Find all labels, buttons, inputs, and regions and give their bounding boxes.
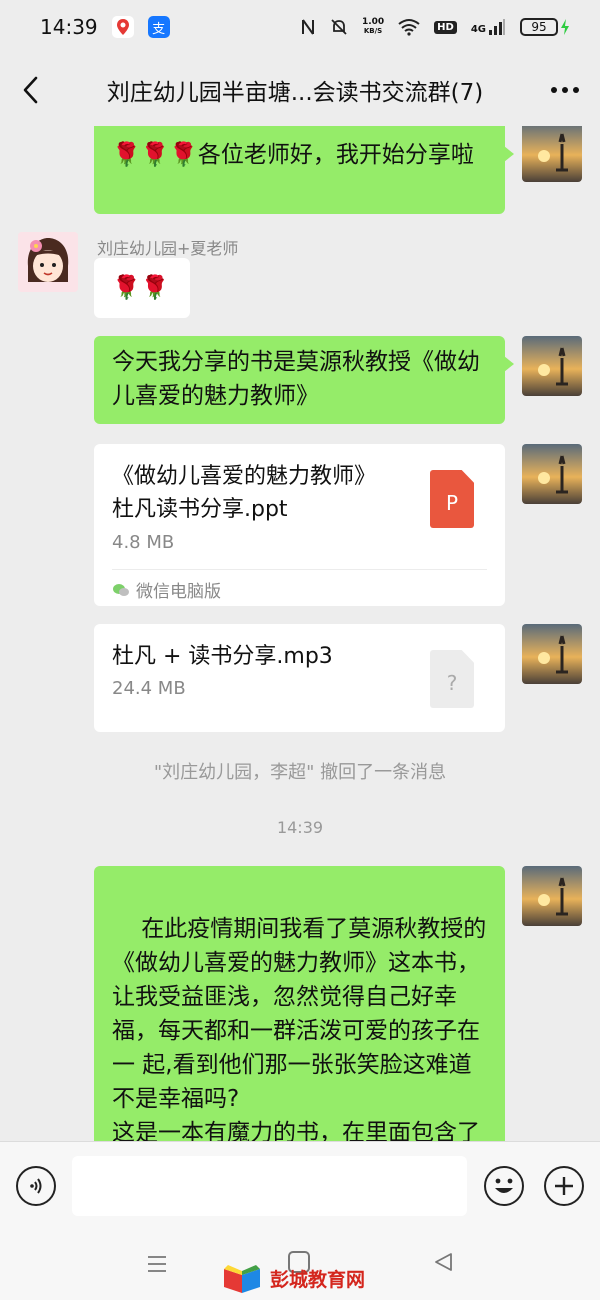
file-size: 24.4 MB bbox=[112, 678, 186, 699]
alipay-icon: 支 bbox=[147, 16, 170, 38]
timestamp: 14:39 bbox=[276, 818, 324, 837]
file-source: 微信电脑版 bbox=[112, 577, 221, 602]
smiley-icon bbox=[495, 1178, 513, 1193]
file-source-label: 微信电脑版 bbox=[136, 582, 221, 602]
more-options-button[interactable] bbox=[530, 54, 600, 126]
cell-signal: 4G bbox=[471, 19, 506, 35]
sender-name: 刘庄幼儿园+夏老师 bbox=[97, 239, 239, 258]
charging-icon bbox=[561, 19, 569, 35]
plus-icon bbox=[555, 1177, 573, 1195]
battery-level: 95 bbox=[531, 20, 547, 34]
self-avatar[interactable] bbox=[522, 866, 582, 926]
battery-indicator: 95 bbox=[520, 18, 558, 36]
input-bar bbox=[0, 1141, 600, 1231]
file-name-line: 《做幼儿喜爱的魅力教师》 bbox=[112, 464, 377, 489]
unknown-icon-letter: ? bbox=[446, 671, 458, 695]
file-size: 4.8 MB bbox=[112, 532, 175, 553]
file-message-mp3[interactable]: 杜凡 + 读书分享.mp3 24.4 MB ? bbox=[94, 624, 505, 732]
mute-bell-icon bbox=[331, 19, 347, 35]
recall-notice: "刘庄幼儿园，李超" 撤回了一条消息 bbox=[153, 762, 447, 783]
ppt-icon-letter: P bbox=[445, 491, 459, 515]
message-text: 今天我分享的书是莫源秋教授《做幼儿喜爱的魅力教师》 bbox=[112, 349, 480, 409]
message-text: 🌹🌹🌹各位老师好，我开始分享啦 bbox=[112, 142, 474, 168]
location-app-icon bbox=[111, 16, 134, 38]
net-speed-value: 1.00 bbox=[361, 17, 385, 27]
self-avatar[interactable] bbox=[522, 336, 582, 396]
message-input[interactable] bbox=[72, 1156, 467, 1216]
signal-label: 4G bbox=[470, 24, 486, 35]
sender-avatar[interactable] bbox=[18, 232, 78, 292]
message-bubble-self[interactable]: 今天我分享的书是莫源秋教授《做幼儿喜爱的魅力教师》 bbox=[94, 336, 514, 424]
status-bar: 14:39 支 1.00 KB/S HD 4G 95 bbox=[0, 0, 600, 54]
self-avatar[interactable] bbox=[522, 624, 582, 684]
book-logo-icon bbox=[224, 1265, 260, 1293]
message-text: 在此疫情期间我看了莫源秋教授的《做幼儿喜爱的魅力教师》这本书，让我受益匪浅，忽然… bbox=[112, 916, 487, 1141]
signal-bars-icon bbox=[489, 19, 505, 35]
message-bubble-self[interactable]: 🌹🌹🌹各位老师好，我开始分享啦 bbox=[94, 126, 514, 214]
chat-title: 刘庄幼儿园半亩塘...会读书交流群(7) bbox=[106, 80, 484, 106]
net-speed: 1.00 KB/S bbox=[362, 18, 384, 36]
message-list[interactable]: 🌹🌹🌹各位老师好，我开始分享啦 刘庄幼儿园+夏老师 🌹🌹 今天我分享的书是莫源秋… bbox=[0, 126, 600, 1141]
self-avatar[interactable] bbox=[522, 126, 582, 182]
self-avatar[interactable] bbox=[522, 444, 582, 504]
recent-apps-button[interactable] bbox=[146, 1253, 168, 1275]
chevron-left-icon bbox=[23, 76, 38, 104]
triangle-back-icon bbox=[435, 1253, 452, 1271]
more-dots-icon bbox=[551, 87, 579, 93]
file-name: 《做幼儿喜爱的魅力教师》 杜凡读书分享.ppt bbox=[112, 460, 376, 526]
wechat-pc-icon bbox=[113, 583, 129, 596]
voice-wave-icon bbox=[30, 1178, 42, 1194]
nfc-icon bbox=[301, 19, 314, 35]
nav-back-button[interactable] bbox=[432, 1251, 454, 1273]
status-time: 14:39 bbox=[40, 15, 98, 39]
unknown-file-icon: ? bbox=[430, 650, 474, 708]
hd-badge: HD bbox=[434, 20, 457, 34]
message-bubble-other[interactable]: 🌹🌹 bbox=[94, 258, 190, 318]
watermark-text: 彭城教育网 bbox=[270, 1268, 366, 1291]
net-speed-unit: KB/S bbox=[363, 27, 383, 35]
message-text: 🌹🌹 bbox=[112, 275, 170, 301]
message-bubble-self[interactable]: 在此疫情期间我看了莫源秋教授的《做幼儿喜爱的魅力教师》这本书，让我受益匪浅，忽然… bbox=[94, 866, 505, 1141]
file-name: 杜凡 + 读书分享.mp3 bbox=[112, 644, 333, 669]
voice-input-button[interactable] bbox=[16, 1166, 56, 1206]
back-button[interactable] bbox=[0, 54, 60, 126]
wifi-icon bbox=[398, 19, 420, 36]
chat-header: 刘庄幼儿园半亩塘...会读书交流群(7) bbox=[0, 54, 600, 126]
emoji-button[interactable] bbox=[484, 1166, 524, 1206]
file-name-line: 杜凡读书分享.ppt bbox=[112, 497, 288, 522]
menu-lines-icon bbox=[148, 1256, 166, 1272]
more-functions-button[interactable] bbox=[544, 1166, 584, 1206]
ppt-file-icon: P bbox=[430, 470, 474, 528]
site-watermark: 彭城教育网 bbox=[222, 1261, 365, 1295]
system-nav-bar: 彭城教育网 bbox=[0, 1231, 600, 1300]
file-message-ppt[interactable]: 《做幼儿喜爱的魅力教师》 杜凡读书分享.ppt 4.8 MB P 微信电脑版 bbox=[94, 444, 505, 606]
